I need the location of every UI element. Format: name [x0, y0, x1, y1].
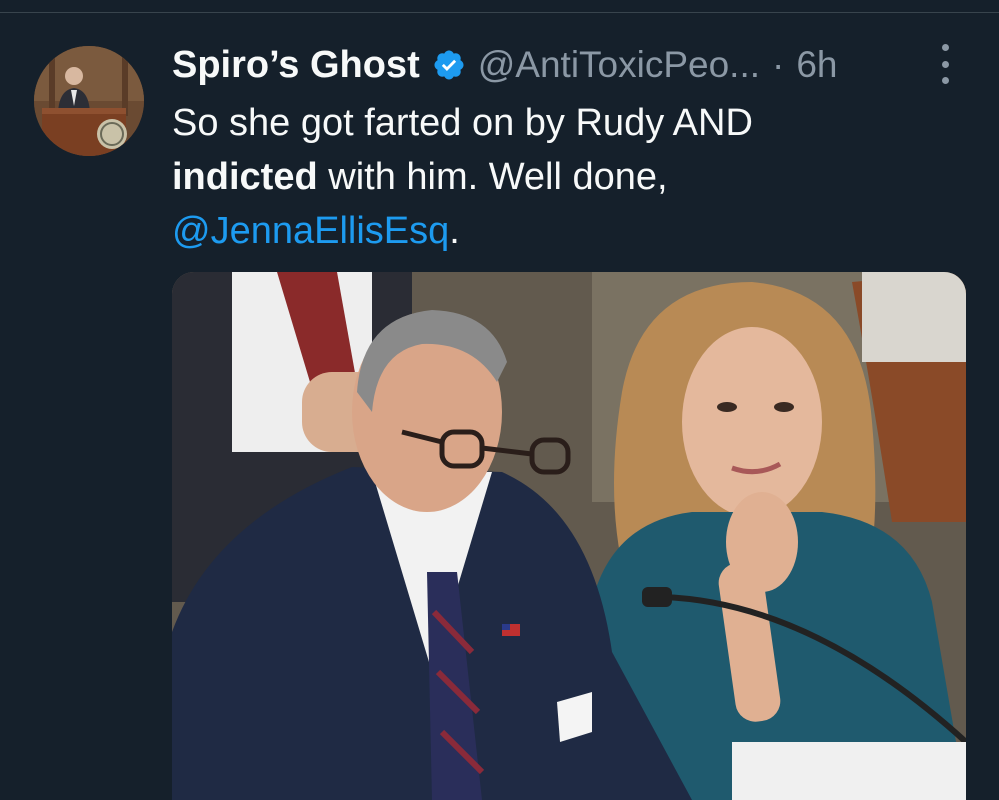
- tweet-text-part2: with him. Well done,: [317, 156, 668, 198]
- tweet-text-line1: So she got farted on by Rudy AND: [172, 102, 753, 144]
- photo-hearing-two-people-icon: [172, 272, 966, 800]
- top-divider: [0, 12, 999, 13]
- separator-dot: ·: [772, 44, 785, 85]
- author-handle[interactable]: @AntiToxicPeo...: [478, 44, 760, 86]
- tweet-header: Spiro’s Ghost @AntiToxicPeo... · 6h: [172, 40, 959, 90]
- author-display-name[interactable]: Spiro’s Ghost: [172, 44, 420, 87]
- avatar-man-at-podium-icon: [34, 46, 144, 156]
- tweet-text-end: .: [449, 210, 460, 252]
- tweet-timestamp[interactable]: 6h: [796, 44, 837, 86]
- author-avatar[interactable]: [34, 46, 144, 156]
- verified-badge-icon: [434, 50, 464, 80]
- more-vertical-icon[interactable]: [933, 44, 957, 84]
- mention-link[interactable]: @JennaEllisEsq: [172, 210, 449, 252]
- tweet-text: So she got farted on by Rudy AND indicte…: [172, 96, 952, 258]
- tweet-media-photo[interactable]: [172, 272, 966, 800]
- tweet-text-bold: indicted: [172, 156, 318, 198]
